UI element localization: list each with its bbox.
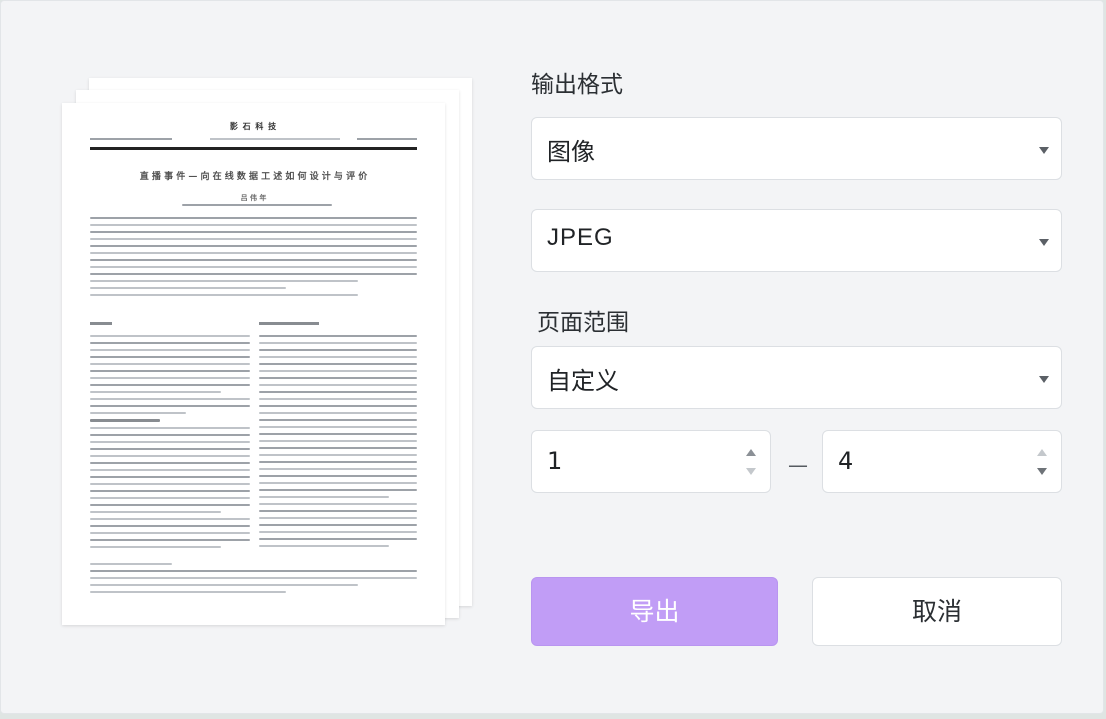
range-from-value: 1 [547, 447, 563, 475]
image-format-select[interactable]: JPEG [531, 209, 1062, 272]
cancel-button[interactable]: 取消 [812, 577, 1062, 646]
paper-author: 吕 伟 年 [240, 194, 267, 202]
decrement-icon[interactable] [1037, 468, 1047, 475]
paper-abstract [90, 217, 417, 301]
page-range-mode-value: 自定义 [547, 367, 619, 395]
increment-icon[interactable] [1037, 449, 1047, 456]
paper-section-heading [259, 322, 319, 325]
caret-down-icon [1039, 376, 1049, 383]
output-format-label: 输出格式 [531, 72, 623, 98]
paper-header: 影 石 科 技 [229, 121, 278, 131]
page-range-label: 页面范围 [537, 310, 629, 336]
paper-rule [90, 147, 417, 150]
range-separator: — [788, 453, 808, 477]
caret-down-icon [1039, 147, 1049, 154]
output-type-value: 图像 [547, 138, 595, 166]
export-button[interactable]: 导出 [531, 577, 778, 646]
output-type-select[interactable]: 图像 [531, 117, 1062, 180]
document-preview: 影 石 科 技 直 播 事 件 — 向 在 线 数 据 ⼯ 述 如 何 设 计 … [62, 103, 445, 625]
paper-affiliation [182, 204, 332, 211]
range-to-value: 4 [838, 447, 854, 475]
page-range-mode-select[interactable]: 自定义 [531, 346, 1062, 409]
paper-title: 直 播 事 件 — 向 在 线 数 据 ⼯ 述 如 何 设 计 与 评 价 [139, 172, 368, 182]
image-format-value: JPEG [547, 224, 614, 251]
range-from-input[interactable]: 1 [531, 430, 771, 493]
caret-down-icon [1039, 239, 1049, 246]
increment-icon[interactable] [746, 449, 756, 456]
paper-column-right [259, 335, 417, 552]
export-dialog: 影 石 科 技 直 播 事 件 — 向 在 线 数 据 ⼯ 述 如 何 设 计 … [0, 0, 1104, 714]
paper-section-heading [90, 322, 112, 325]
paper-column-left [90, 335, 250, 553]
decrement-icon[interactable] [746, 468, 756, 475]
paper-running-head [90, 135, 417, 141]
range-to-input[interactable]: 4 [822, 430, 1062, 493]
paper-footnotes [90, 563, 417, 598]
